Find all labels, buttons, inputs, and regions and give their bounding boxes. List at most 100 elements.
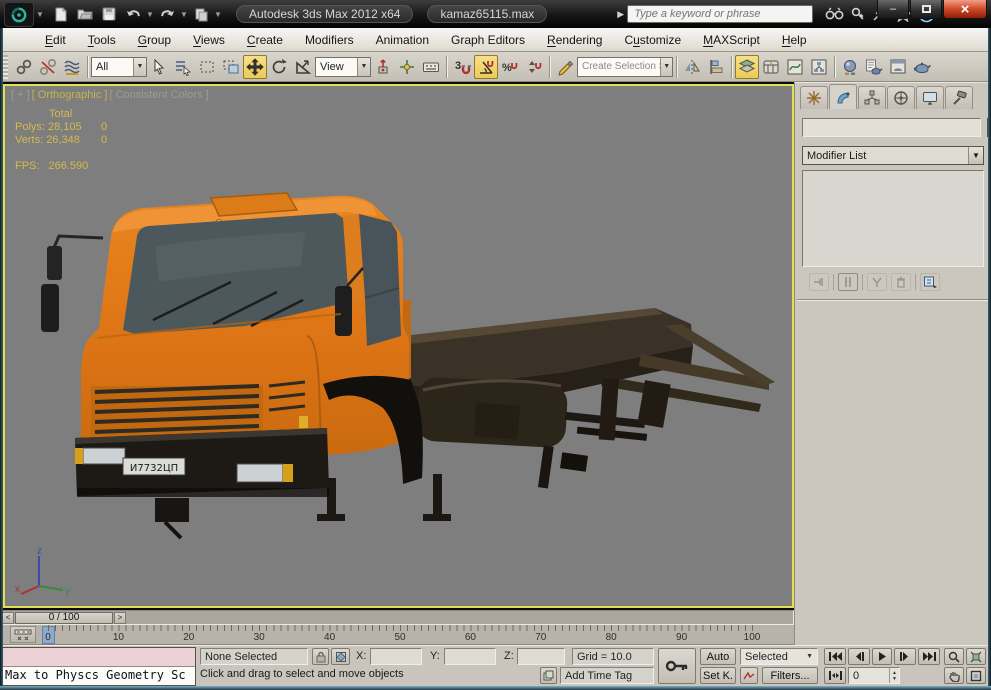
spinner-down-icon[interactable]: ▼ [890,676,899,682]
isolate-selection-button[interactable] [540,667,557,684]
render-production-button[interactable] [910,55,934,79]
mirror-button[interactable] [680,55,704,79]
named-selection-sets-dropdown[interactable]: Create Selection Se▼ [577,57,673,77]
zoom-extents-button[interactable] [966,648,986,665]
select-and-rotate-button[interactable] [267,55,291,79]
set-key-mode-button[interactable]: Set K. [700,667,736,684]
keyboard-shortcut-override-button[interactable] [419,55,443,79]
undo-dropdown-icon[interactable]: ▼ [146,10,154,19]
menu-animation[interactable]: Animation [365,30,440,50]
pan-view-button[interactable] [944,667,964,684]
previous-frame-button[interactable] [848,648,870,665]
play-animation-button[interactable] [872,648,892,665]
key-mode-toggle-button[interactable] [824,667,846,684]
go-to-end-button[interactable] [918,648,940,665]
select-and-manipulate-button[interactable] [395,55,419,79]
menu-create[interactable]: Create [236,30,294,50]
set-keys-button[interactable] [658,648,696,684]
zoom-button[interactable] [944,648,964,665]
viewport-general-menu[interactable]: [ + ] [11,89,30,101]
tab-hierarchy[interactable] [858,86,886,109]
time-slider-handle[interactable]: 0 / 100 [15,612,113,624]
key-filters-button[interactable]: Filters... [762,667,818,684]
spinner-snap-toggle-button[interactable] [522,55,546,79]
app-menu-arrow-icon[interactable]: ▼ [36,10,44,19]
menu-graph-editors[interactable]: Graph Editors [440,30,536,50]
reference-coordinate-dropdown[interactable]: View▼ [315,57,371,77]
close-button[interactable]: × [943,0,987,19]
go-to-start-button[interactable] [824,648,846,665]
x-coord-field[interactable] [370,648,422,665]
search-input[interactable] [627,5,813,23]
layer-manager-button[interactable] [735,55,759,79]
modifier-list-dropdown[interactable]: Modifier List ▼ [802,146,984,165]
object-name-field[interactable] [802,118,981,137]
edit-named-selection-sets-button[interactable] [553,55,577,79]
select-and-scale-button[interactable] [291,55,315,79]
maxscript-mini-listener[interactable]: Max to Physcs Geometry Sc [2,647,196,686]
qat-customize-icon[interactable]: ▼ [214,10,222,19]
next-frame-arrow-button[interactable]: > [114,612,126,624]
tab-modify[interactable] [829,84,857,109]
default-tangent-button[interactable] [740,667,758,684]
bind-to-space-warp-button[interactable] [60,55,84,79]
curve-editor-button[interactable] [783,55,807,79]
app-menu-button[interactable] [4,2,34,27]
maximize-button[interactable] [910,0,942,19]
menu-maxscript[interactable]: MAXScript [692,30,771,50]
schematic-view-button[interactable] [807,55,831,79]
make-unique-button[interactable] [867,273,887,291]
project-folder-button[interactable] [190,4,212,24]
menu-group[interactable]: Group [127,30,182,50]
previous-frame-arrow-button[interactable]: < [2,612,14,624]
key-filter-button[interactable] [10,626,36,643]
tab-utilities[interactable] [945,86,973,109]
rendered-frame-window-button[interactable] [886,55,910,79]
maximize-viewport-toggle-button[interactable] [966,667,986,684]
listener-pane[interactable]: Max to Physcs Geometry Sc [3,667,195,685]
viewport-pov-menu[interactable]: [ Orthographic ] [32,89,108,101]
auto-key-button[interactable]: Auto [700,648,736,665]
add-time-tag-field[interactable]: Add Time Tag [560,667,654,684]
modifier-stack-list[interactable] [802,170,984,267]
search-collapse-icon[interactable]: ▶ [617,9,624,20]
remove-modifier-button[interactable] [891,273,911,291]
angle-snap-toggle-button[interactable] [474,55,498,79]
selection-lock-button[interactable] [312,648,329,665]
menu-views[interactable]: Views [182,30,236,50]
redo-button[interactable] [156,4,178,24]
menu-customize[interactable]: Customize [613,30,692,50]
open-file-button[interactable] [74,4,96,24]
undo-button[interactable] [122,4,144,24]
render-setup-button[interactable] [862,55,886,79]
configure-modifier-sets-button[interactable] [920,273,940,291]
viewport[interactable]: И7732ЦП [ + ] [ Orthographic ] [ Consist… [3,84,794,608]
time-slider-track[interactable]: < 0 / 100 > [0,610,794,625]
menu-help[interactable]: Help [771,30,818,50]
truck-model[interactable]: И7732ЦП [5,86,792,606]
show-end-result-button[interactable] [838,273,858,291]
current-frame-field[interactable]: 0 ▲▼ [848,667,900,684]
macro-recorder-pane[interactable] [3,648,195,667]
save-button[interactable] [98,4,120,24]
redo-dropdown-icon[interactable]: ▼ [180,10,188,19]
tab-motion[interactable] [887,86,915,109]
select-object-button[interactable] [147,55,171,79]
graphite-modeling-tools-button[interactable] [759,55,783,79]
material-editor-button[interactable] [838,55,862,79]
selection-filter-dropdown[interactable]: All▼ [91,57,147,77]
key-filter-dropdown[interactable]: Selected ▼ [740,648,818,665]
window-crossing-toggle-button[interactable] [219,55,243,79]
percent-snap-toggle-button[interactable]: % [498,55,522,79]
next-frame-button[interactable] [894,648,916,665]
select-by-name-button[interactable] [171,55,195,79]
align-button[interactable] [704,55,728,79]
search-icon[interactable] [825,7,844,22]
use-pivot-point-center-button[interactable] [371,55,395,79]
unlink-selection-button[interactable] [36,55,60,79]
rectangular-selection-region-button[interactable] [195,55,219,79]
viewport-shading-menu[interactable]: [ Consistent Colors ] [109,89,208,101]
menu-tools[interactable]: Tools [77,30,127,50]
z-coord-field[interactable] [517,648,565,665]
select-and-link-button[interactable] [12,55,36,79]
